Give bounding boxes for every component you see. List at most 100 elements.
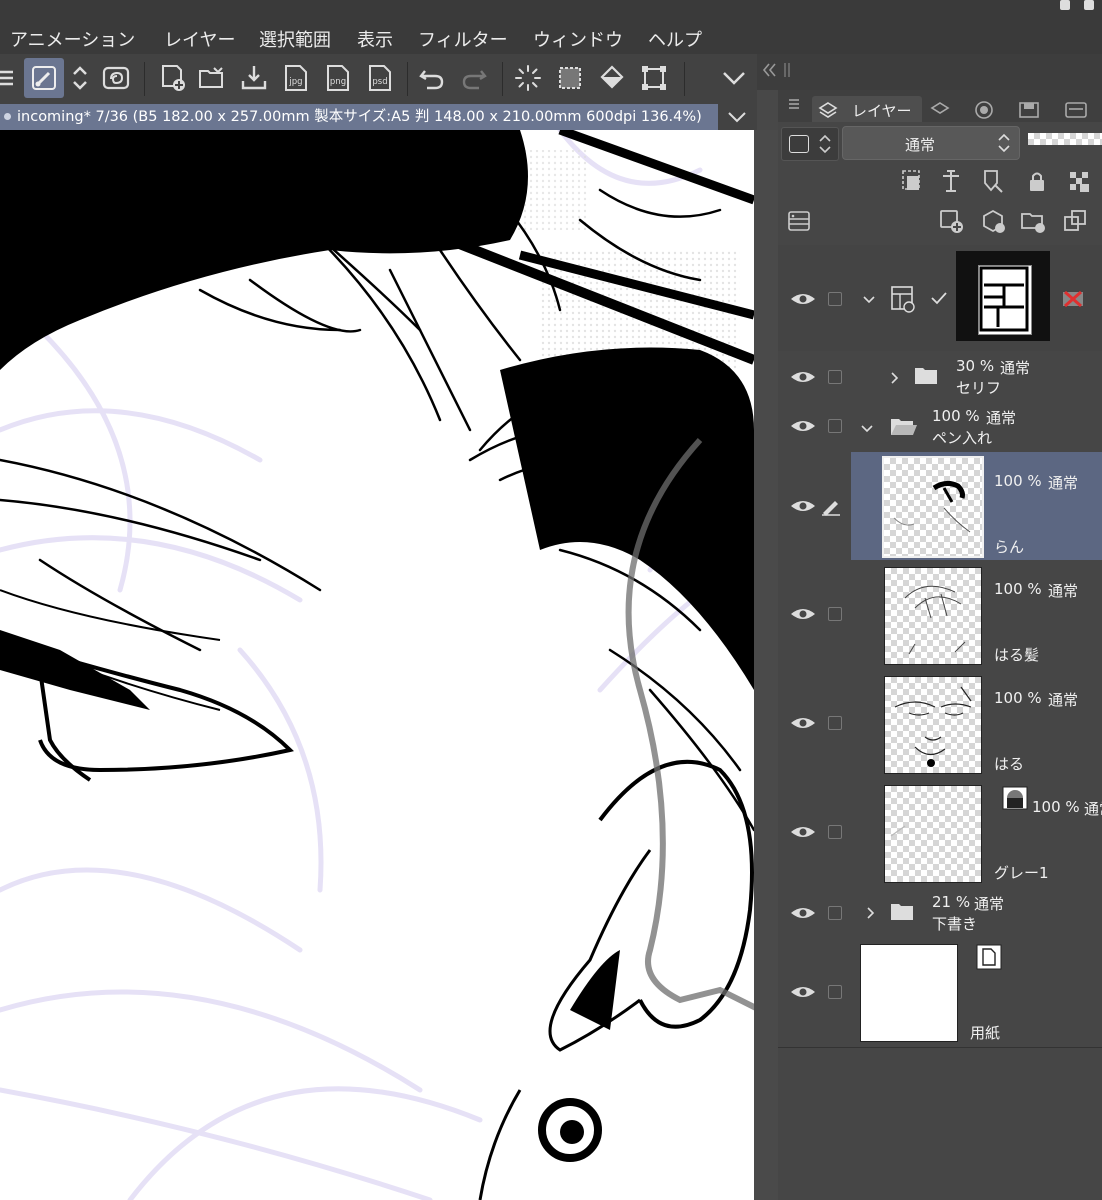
layer-select-checkbox[interactable]: [828, 985, 842, 999]
transform-icon[interactable]: [636, 60, 672, 96]
new-folder-icon[interactable]: [1020, 208, 1046, 234]
material-tab-icon[interactable]: [1018, 100, 1040, 120]
layer-row-selected[interactable]: 100 % 通常 らん: [778, 452, 1102, 561]
lock-icon[interactable]: [1024, 168, 1050, 194]
undo-icon[interactable]: [414, 60, 450, 96]
layer-row[interactable]: 100 % 通常 グレー1: [778, 778, 1102, 888]
eye-icon[interactable]: [790, 606, 816, 622]
layer-row-folder[interactable]: 21 % 通常 下書き: [778, 887, 1102, 939]
mask-disabled-icon[interactable]: [1060, 287, 1086, 311]
layer-select-checkbox[interactable]: [828, 419, 842, 433]
layer-select-checkbox[interactable]: [828, 716, 842, 730]
menu-selection[interactable]: 選択範囲: [259, 26, 331, 52]
chevron-down-icon[interactable]: [726, 109, 748, 125]
chevron-right-icon[interactable]: [866, 906, 876, 920]
import-icon[interactable]: [236, 60, 272, 96]
toolbar-separator: [502, 62, 503, 96]
png-export-icon[interactable]: png: [320, 60, 356, 96]
svg-text:png: png: [330, 77, 346, 87]
menu-icon[interactable]: [0, 60, 20, 96]
modified-dot-icon: [4, 113, 11, 120]
layer-name: セリフ: [956, 379, 1002, 397]
menu-animation[interactable]: アニメーション: [10, 26, 135, 52]
blend-preview-toggle[interactable]: [781, 127, 839, 161]
layer-list-icon[interactable]: [786, 208, 812, 234]
collapse-panel-icon[interactable]: [761, 62, 791, 78]
lock-transparency-icon[interactable]: [1066, 168, 1092, 194]
eye-icon[interactable]: [790, 715, 816, 731]
reference-layer-icon[interactable]: [938, 168, 964, 194]
layer-thumbnail: [884, 676, 982, 774]
document-tab-menu[interactable]: [718, 104, 757, 130]
navigator-tab-icon[interactable]: [974, 100, 994, 120]
open-folder-icon[interactable]: [194, 60, 230, 96]
blend-mode-value: 通常: [905, 136, 936, 154]
draft-layer-icon[interactable]: [980, 168, 1006, 194]
toolbar-separator: [407, 62, 408, 96]
check-icon: [931, 292, 947, 305]
layer-row[interactable]: 100 % 通常 はる髪: [778, 560, 1102, 670]
stepper-icon: [998, 133, 1010, 153]
eye-icon[interactable]: [790, 418, 816, 434]
chevron-down-icon[interactable]: [716, 60, 752, 96]
drawing-canvas[interactable]: [0, 130, 754, 1200]
fill-icon[interactable]: [594, 60, 630, 96]
eye-icon[interactable]: [790, 369, 816, 385]
panel-menu-icon[interactable]: [788, 98, 800, 110]
spiral-icon[interactable]: [98, 60, 134, 96]
layer-thumbnail: [884, 567, 982, 665]
busy-icon[interactable]: [510, 60, 546, 96]
blend-mode-select[interactable]: 通常: [842, 126, 1020, 160]
command-bar: jpg png psd: [0, 54, 757, 104]
menu-layer[interactable]: レイヤー: [164, 26, 235, 52]
eye-icon[interactable]: [790, 984, 816, 1000]
layer-select-checkbox[interactable]: [828, 906, 842, 920]
chevron-down-icon[interactable]: [860, 424, 874, 434]
artwork-illustration: [0, 130, 754, 1200]
menu-help[interactable]: ヘルプ: [648, 26, 702, 52]
layer-row-folder[interactable]: 100 % 通常 ペン入れ: [778, 402, 1102, 453]
eye-icon[interactable]: [790, 905, 816, 921]
history-tab-icon[interactable]: [1064, 100, 1088, 120]
menu-filter[interactable]: フィルター: [418, 26, 508, 52]
layer-row-folder[interactable]: 30 % 通常 セリフ: [778, 351, 1102, 403]
layer-name: はる: [994, 755, 1025, 773]
stepper-icon[interactable]: [818, 133, 832, 155]
menu-window[interactable]: ウィンドウ: [533, 26, 623, 52]
layer-property-tab-icon[interactable]: [930, 100, 950, 120]
clip-layer-icon[interactable]: [898, 168, 924, 194]
menu-view[interactable]: 表示: [357, 26, 393, 52]
layer-select-checkbox[interactable]: [828, 292, 842, 306]
duplicate-layer-icon[interactable]: [1062, 208, 1088, 234]
selection-icon[interactable]: [552, 60, 588, 96]
tab-layer[interactable]: レイヤー: [812, 96, 922, 122]
new-raster-layer-icon[interactable]: [938, 208, 964, 234]
layer-select-checkbox[interactable]: [828, 370, 842, 384]
document-tab[interactable]: incoming* 7/36 (B5 182.00 x 257.00mm 製本サ…: [0, 104, 718, 130]
svg-text:psd: psd: [372, 77, 387, 87]
layer-row-frame[interactable]: [778, 245, 1102, 352]
layer-row-paper[interactable]: 用紙: [778, 938, 1102, 1048]
layer-select-checkbox[interactable]: [828, 607, 842, 621]
jpg-export-icon[interactable]: jpg: [278, 60, 314, 96]
redo-icon[interactable]: [456, 60, 492, 96]
stepper-icon[interactable]: [62, 60, 98, 96]
chevron-down-icon[interactable]: [862, 295, 876, 305]
chevron-right-icon[interactable]: [890, 371, 900, 385]
status-indicator-icon: [1084, 0, 1094, 10]
document-title: incoming* 7/36 (B5 182.00 x 257.00mm 製本サ…: [17, 109, 702, 125]
opacity-slider[interactable]: [1028, 133, 1102, 145]
layer-row[interactable]: 100 % 通常 はる: [778, 669, 1102, 779]
layer-blend-mode: 通常: [1084, 800, 1102, 818]
new-vector-layer-icon[interactable]: [980, 208, 1006, 234]
eye-icon[interactable]: [790, 291, 816, 307]
folder-icon: [915, 368, 937, 384]
eye-icon[interactable]: [790, 498, 816, 514]
brush-icon[interactable]: [24, 58, 64, 98]
psd-export-icon[interactable]: psd: [362, 60, 398, 96]
layer-opacity: 100 %: [932, 407, 980, 425]
layer-select-checkbox[interactable]: [828, 825, 842, 839]
eye-icon[interactable]: [790, 824, 816, 840]
new-page-icon[interactable]: [154, 60, 190, 96]
layer-name: 下書き: [932, 915, 978, 933]
